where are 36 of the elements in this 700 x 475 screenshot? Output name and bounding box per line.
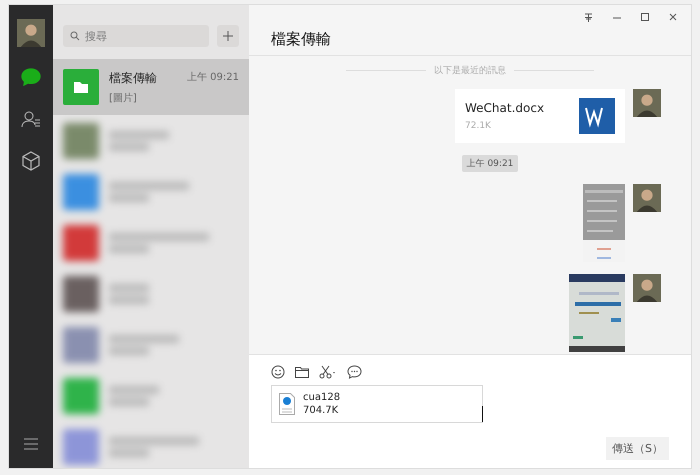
file-name: WeChat.docx <box>465 101 544 115</box>
contacts-icon[interactable] <box>21 110 41 128</box>
folder-icon[interactable] <box>295 366 309 378</box>
file-message[interactable]: WeChat.docx 72.1K <box>455 89 625 143</box>
chat-preview: [圖片] <box>109 92 138 104</box>
attachment-field[interactable]: cua128 704.7K <box>271 385 483 423</box>
chat-bubble-icon[interactable] <box>347 365 362 379</box>
chat-title: 檔案傳輸 <box>271 30 331 48</box>
add-button[interactable] <box>217 25 239 47</box>
pin-icon[interactable] <box>584 13 593 22</box>
history-divider-text: 以下是最近的訊息 <box>434 64 506 77</box>
chat-name: 檔案傳輸 <box>109 70 157 86</box>
attachment-name: cua128 <box>303 392 340 403</box>
avatar <box>633 89 661 117</box>
maximize-icon[interactable] <box>641 13 649 21</box>
menu-icon[interactable] <box>24 438 38 450</box>
chat-time: 上午 09:21 <box>187 70 239 84</box>
timestamp: 上午 09:21 <box>462 155 518 172</box>
send-button[interactable]: 傳送（S） <box>606 437 669 460</box>
plus-icon <box>223 31 233 41</box>
word-document-icon <box>579 98 615 134</box>
emoji-icon[interactable] <box>271 365 285 379</box>
avatar <box>17 19 45 47</box>
folder-icon <box>63 69 99 105</box>
search-field[interactable]: 搜尋 <box>63 25 209 47</box>
chat-list-item[interactable]: 檔案傳輸 上午 09:21 [圖片] <box>53 59 249 115</box>
attachment-size: 704.7K <box>303 405 340 416</box>
close-icon[interactable] <box>669 13 677 21</box>
search-icon <box>70 31 80 41</box>
cube-icon[interactable] <box>21 151 41 171</box>
avatar <box>633 184 661 212</box>
chat-icon[interactable] <box>21 68 41 86</box>
avatar <box>633 274 661 302</box>
scissors-icon[interactable] <box>319 365 337 379</box>
pdf-file-icon <box>279 393 295 415</box>
file-size: 72.1K <box>465 121 492 131</box>
